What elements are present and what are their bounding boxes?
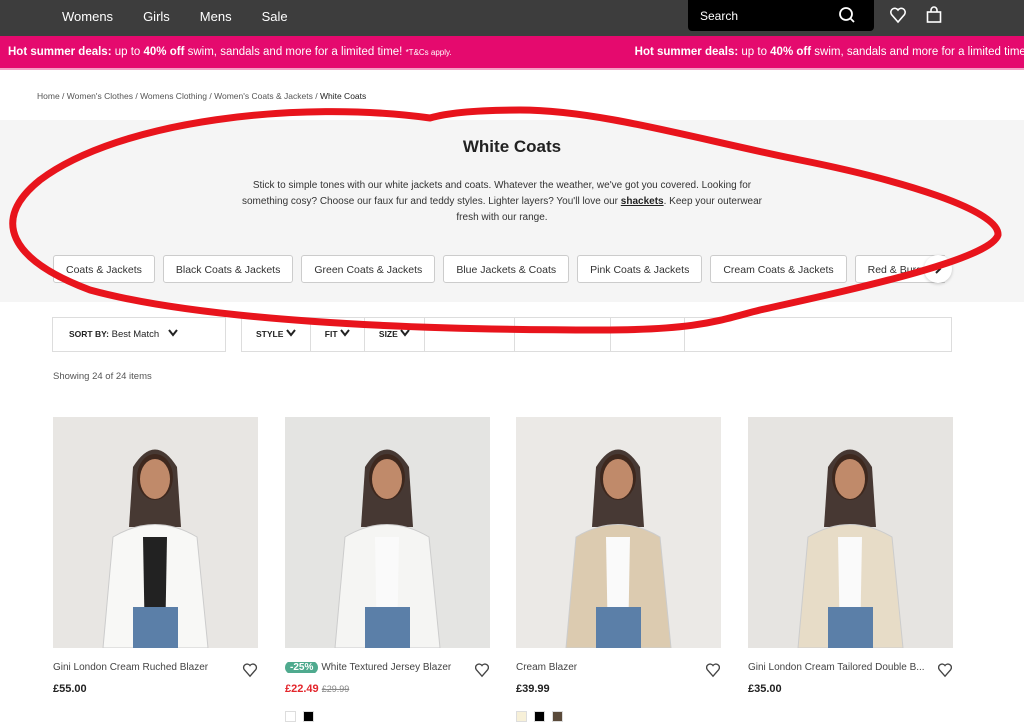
bag-icon[interactable] [925,6,943,24]
product-card[interactable]: Gini London Cream Ruched Blazer £55.00 [53,417,258,695]
nav-mens[interactable]: Mens [200,9,232,24]
chip-blue[interactable]: Blue Jackets & Coats [443,255,570,283]
filter-style[interactable]: STYLE [242,318,311,351]
color-swatch[interactable] [285,711,296,722]
chip-green[interactable]: Green Coats & Jackets [301,255,436,283]
breadcrumb: Home / Women's Clothes / Womens Clothing… [37,91,367,101]
heart-icon[interactable] [889,6,907,24]
product-card[interactable]: Gini London Cream Tailored Double B... £3… [748,417,953,695]
color-swatch[interactable] [516,711,527,722]
promo-banner[interactable]: Hot summer deals: up to 40% off swim, sa… [0,36,1024,70]
filter-6[interactable] [611,318,686,351]
chevron-right-icon [935,264,942,274]
filter-bar: STYLE FIT SIZE [241,317,952,352]
chip-pink[interactable]: Pink Coats & Jackets [577,255,703,283]
color-swatch[interactable] [534,711,545,722]
wishlist-heart-icon[interactable] [242,662,258,678]
page-title: White Coats [462,137,562,156]
product-image[interactable] [285,417,490,648]
color-swatches [285,711,314,722]
nav-sale[interactable]: Sale [262,9,288,24]
shackets-link[interactable]: shackets [621,196,664,207]
nav-womens[interactable]: Womens [62,9,113,24]
filter-fit[interactable]: FIT [311,318,365,351]
category-chips: Coats & Jackets Black Coats & Jackets Gr… [53,255,945,283]
chevron-down-icon [340,329,350,337]
chip-black[interactable]: Black Coats & Jackets [162,255,294,283]
product-card[interactable]: Cream Blazer £39.99 [516,417,721,722]
product-price: £22.49 £29.99 [285,683,350,695]
crumb-current: White Coats [319,91,367,101]
filter-5[interactable] [515,318,612,351]
product-price: £39.99 [516,683,550,695]
crumb-home[interactable]: Home [37,91,60,101]
crumb-womens-clothing[interactable]: Womens Clothing [140,91,207,101]
results-count: Showing 24 of 24 items [53,371,152,382]
product-name[interactable]: Gini London Cream Ruched Blazer [53,662,233,673]
category-description: Stick to simple tones with our white jac… [242,180,762,223]
product-card[interactable]: -25% White Textured Jersey Blazer £22.49 £… [285,417,490,722]
color-swatch[interactable] [552,711,563,722]
product-name[interactable]: Cream Blazer [516,662,696,673]
wishlist-heart-icon[interactable] [937,662,953,678]
filter-4[interactable] [425,318,516,351]
search-input[interactable]: Search [688,0,874,31]
product-name[interactable]: -25% White Textured Jersey Blazer [285,662,465,673]
promo-message-repeat: Hot summer deals: up to 40% off swim, sa… [634,46,1024,58]
search-icon[interactable] [838,6,856,24]
product-price: £35.00 [748,683,782,695]
product-name[interactable]: Gini London Cream Tailored Double B... [748,662,928,673]
crumb-coats-jackets[interactable]: Women's Coats & Jackets [214,91,313,101]
chip-cream[interactable]: Cream Coats & Jackets [710,255,847,283]
product-image[interactable] [516,417,721,648]
promo-message: Hot summer deals: up to 40% off swim, sa… [8,46,452,58]
original-price: £29.99 [321,684,350,694]
product-image[interactable] [748,417,953,648]
chevron-down-icon [168,329,178,337]
product-image[interactable] [53,417,258,648]
wishlist-heart-icon[interactable] [474,662,490,678]
color-swatches [516,711,563,722]
chevron-down-icon [400,329,410,337]
discount-badge: -25% [285,662,319,673]
crumb-womens-clothes[interactable]: Women's Clothes [67,91,133,101]
category-hero: White Coats Stick to simple tones with o… [0,120,1024,302]
top-nav: Womens Girls Mens Sale Search [0,0,1024,36]
search-placeholder: Search [700,9,739,23]
filter-size[interactable]: SIZE [365,318,426,351]
chevron-down-icon [286,329,296,337]
nav-girls[interactable]: Girls [143,9,170,24]
sort-dropdown[interactable]: SORT BY: Best Match [52,317,226,352]
chip-coats-jackets[interactable]: Coats & Jackets [53,255,155,283]
chips-next-button[interactable] [924,255,952,283]
color-swatch[interactable] [303,711,314,722]
product-price: £55.00 [53,683,87,695]
wishlist-heart-icon[interactable] [705,662,721,678]
